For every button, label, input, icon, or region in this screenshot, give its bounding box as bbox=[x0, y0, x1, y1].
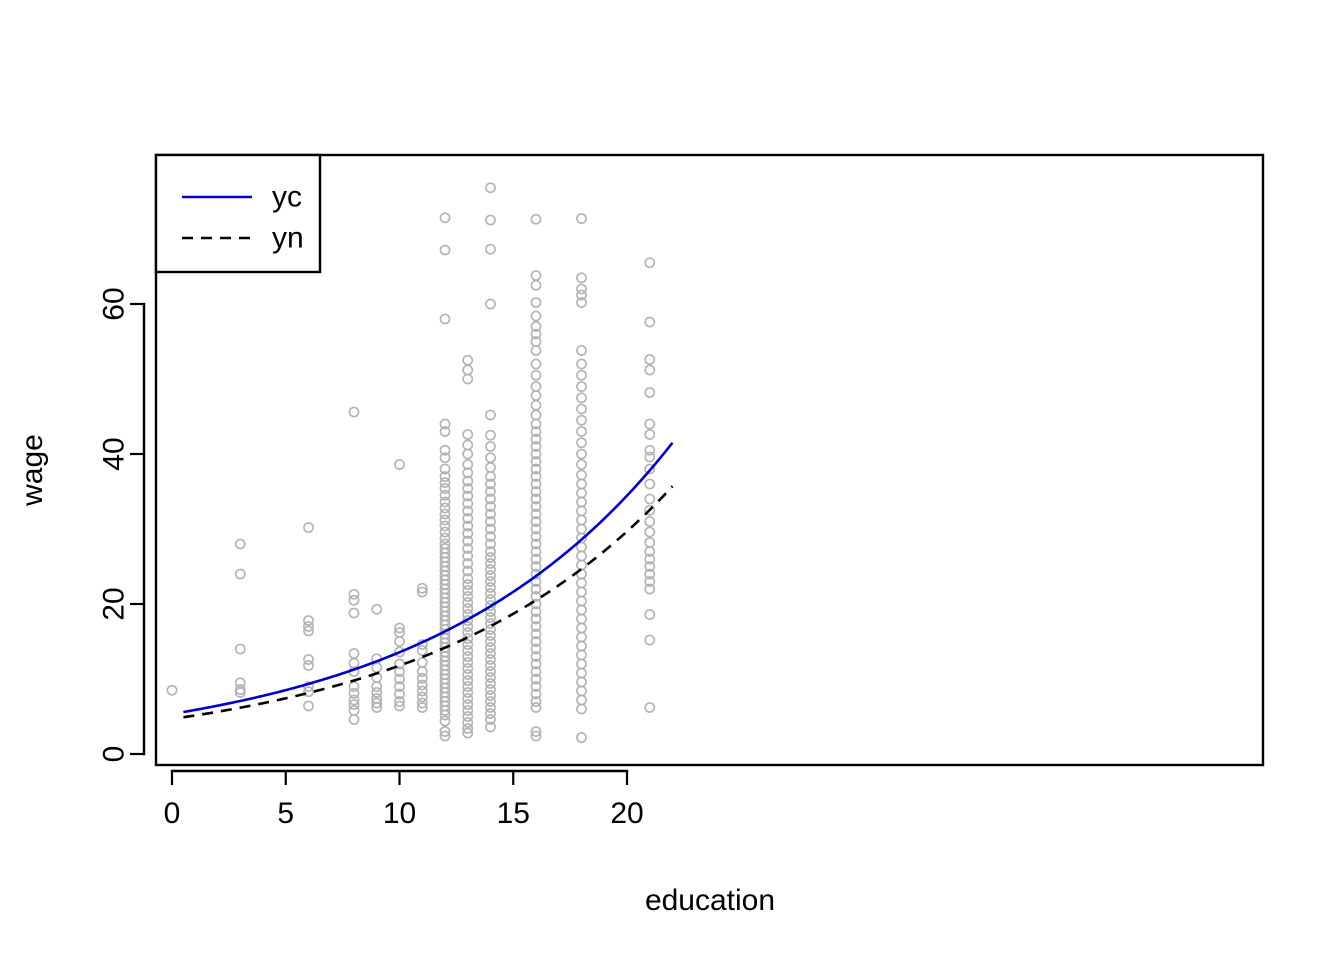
wage-education-scatter-plot: 0 5 10 15 20 0 20 40 60 education wage yc yn bbox=[0, 0, 1344, 960]
x-axis-tick-label: 0 bbox=[164, 797, 181, 830]
legend-label-yc: yc bbox=[272, 181, 302, 214]
x-axis-tick-label: 20 bbox=[610, 797, 643, 830]
y-axis-title: wage bbox=[16, 434, 49, 507]
x-axis-tick-label: 15 bbox=[497, 797, 530, 830]
y-axis-tick-label: 60 bbox=[98, 287, 131, 320]
x-axis-title: education bbox=[645, 884, 775, 917]
y-axis-tick-label: 0 bbox=[98, 746, 131, 763]
plot-background bbox=[0, 0, 1344, 960]
legend-label-yn: yn bbox=[272, 222, 304, 255]
plot-root: 0 5 10 15 20 0 20 40 60 education wage yc yn bbox=[0, 0, 1344, 960]
x-axis-tick-label: 5 bbox=[277, 797, 294, 830]
y-axis-tick-label: 40 bbox=[98, 437, 131, 470]
x-axis-tick-label: 10 bbox=[383, 797, 416, 830]
y-axis-tick-label: 20 bbox=[98, 587, 131, 620]
legend: yc yn bbox=[154, 153, 322, 274]
